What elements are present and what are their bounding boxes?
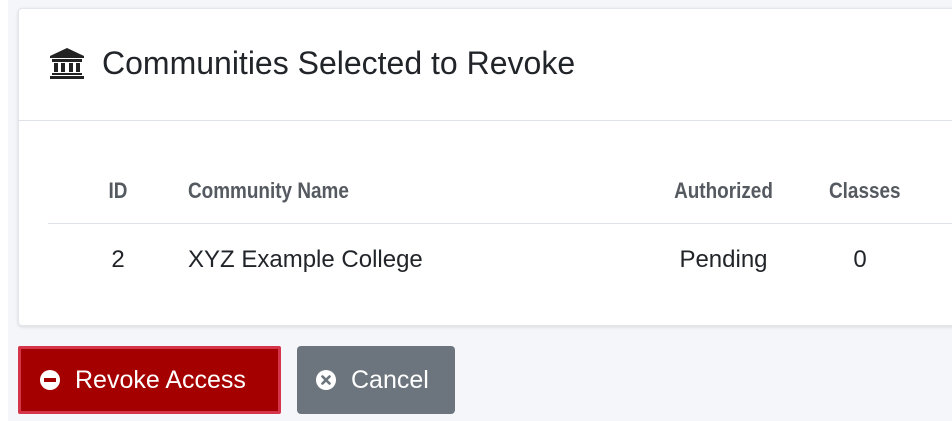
card-title: Communities Selected to Revoke [102, 45, 576, 81]
row-community-name-cell: XYZ Example College [188, 246, 423, 273]
column-header-community-name[interactable]: Community Name [188, 159, 558, 224]
row-classes-value: 0 [853, 246, 867, 273]
column-header-id[interactable]: ID [57, 159, 179, 224]
row-authorized-cell: Pending [679, 246, 768, 273]
table-row: 2 XYZ Example College Pending 0 [48, 224, 952, 297]
column-header-authorized[interactable]: Authorized [632, 159, 815, 224]
revoke-access-label: Revoke Access [75, 365, 246, 394]
row-classes-cell: 0 [829, 224, 952, 297]
minus-circle-icon [39, 369, 61, 391]
revoke-communities-card: Communities Selected to Revoke ID Commun… [18, 8, 952, 326]
cancel-button[interactable]: Cancel [297, 346, 455, 414]
table-header-row: ID Community Name Authorized Classes [48, 159, 952, 224]
revoke-access-button[interactable]: Revoke Access [18, 346, 281, 414]
cancel-label: Cancel [351, 365, 429, 394]
communities-table: ID Community Name Authorized Classes 2 X… [48, 159, 952, 296]
card-header: Communities Selected to Revoke [19, 9, 952, 121]
institution-icon [49, 47, 85, 79]
column-header-classes[interactable]: Classes [829, 159, 950, 224]
row-id-cell: 2 [111, 246, 125, 273]
times-circle-icon [315, 369, 337, 391]
